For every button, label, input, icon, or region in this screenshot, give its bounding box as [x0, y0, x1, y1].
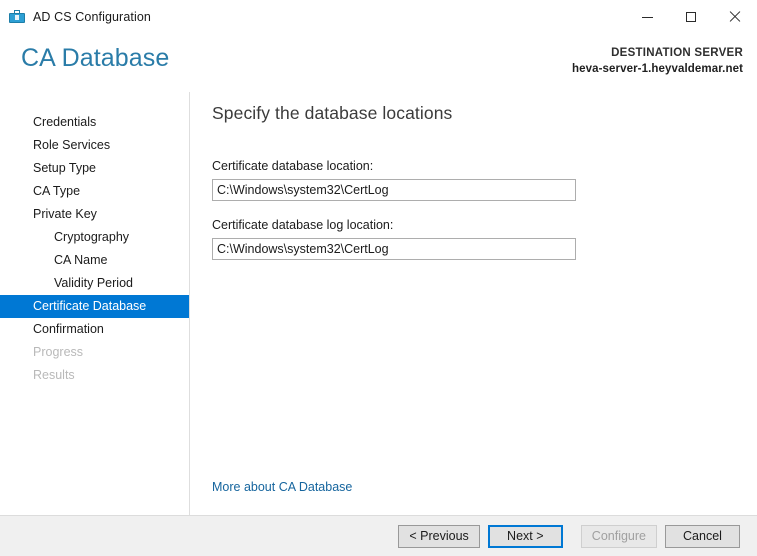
page-title: CA Database: [21, 44, 170, 72]
main-panel: Specify the database locations Certifica…: [191, 92, 757, 515]
sidebar-item-certificate-database[interactable]: Certificate Database: [0, 295, 189, 318]
cancel-button[interactable]: Cancel: [665, 525, 740, 548]
sidebar-item-ca-type[interactable]: CA Type: [0, 180, 189, 203]
destination-server-label: DESTINATION SERVER: [611, 47, 743, 59]
sidebar-item-progress: Progress: [33, 345, 84, 359]
close-button[interactable]: [713, 0, 757, 34]
sidebar-item-cryptography[interactable]: Cryptography: [0, 226, 189, 249]
sidebar-item-confirmation[interactable]: Confirmation: [0, 318, 189, 341]
certificate-database-log-location-input[interactable]: [212, 238, 576, 260]
more-about-ca-database-link[interactable]: More about CA Database: [212, 480, 352, 494]
content-area: Credentials Role Services Setup Type CA Typ…: [0, 92, 757, 515]
sidebar-item-results: Results: [33, 368, 75, 382]
main-heading: Specify the database locations: [212, 103, 453, 123]
minimize-button[interactable]: [625, 0, 669, 34]
sidebar-item-setup-type[interactable]: Setup Type: [0, 157, 189, 180]
certificate-database-location-label: Certificate database location:: [212, 159, 374, 173]
maximize-icon: [686, 12, 696, 22]
certificate-database-location-input[interactable]: [212, 179, 576, 201]
sidebar-item-private-key[interactable]: Private Key: [0, 203, 189, 226]
window-title: AD CS Configuration: [33, 10, 151, 24]
certificate-database-log-location-group: Certificate database log location:: [212, 218, 576, 260]
wizard-button-row: < Previous Next > Configure Cancel: [398, 525, 740, 548]
window-controls: [625, 0, 757, 34]
destination-server-block: DESTINATION SERVER heva-server-1.heyvald…: [572, 46, 743, 77]
sidebar-item-validity-period[interactable]: Validity Period: [0, 272, 189, 295]
page-header: CA Database DESTINATION SERVER heva-serv…: [0, 34, 757, 92]
sidebar-item-ca-name[interactable]: CA Name: [0, 249, 189, 272]
close-icon: [729, 11, 741, 23]
certificate-database-log-location-label: Certificate database log location:: [212, 218, 394, 232]
ad-cs-configuration-window: AD CS Configuration CA Database DESTINAT…: [0, 0, 757, 556]
sidebar-item-credentials[interactable]: Credentials: [0, 111, 189, 134]
sidebar-item-role-services[interactable]: Role Services: [0, 134, 189, 157]
ad-cs-toolbox-icon: [9, 9, 25, 25]
destination-server-name: heva-server-1.heyvaldemar.net: [571, 63, 743, 75]
configure-button: Configure: [580, 525, 657, 548]
previous-button[interactable]: < Previous: [398, 525, 480, 548]
footer-bar: < Previous Next > Configure Cancel: [0, 515, 757, 556]
next-button[interactable]: Next >: [487, 525, 563, 548]
title-bar: AD CS Configuration: [0, 0, 757, 34]
maximize-button[interactable]: [669, 0, 713, 34]
wizard-step-navigation: Credentials Role Services Setup Type CA Typ…: [0, 92, 190, 515]
certificate-database-location-group: Certificate database location:: [212, 159, 576, 201]
minimize-icon: [641, 16, 653, 18]
